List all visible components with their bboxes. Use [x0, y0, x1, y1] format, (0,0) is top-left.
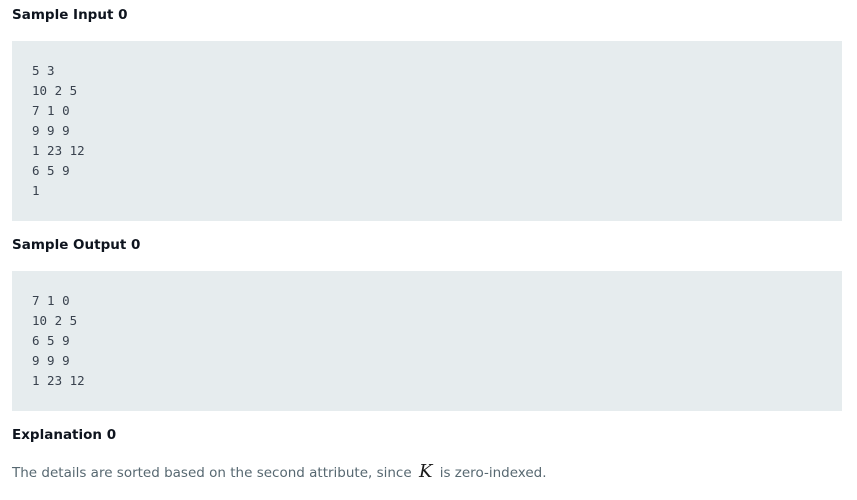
- explanation-text: The details are sorted based on the seco…: [12, 461, 547, 484]
- sample-output-heading: Sample Output 0: [12, 237, 141, 253]
- sample-input-heading: Sample Input 0: [12, 7, 128, 23]
- sample-output-line: 10 2 5: [32, 313, 78, 328]
- sample-input-line: 1: [32, 183, 40, 198]
- explanation-heading: Explanation 0: [12, 427, 117, 443]
- math-variable-k: K: [418, 461, 433, 482]
- sample-input-line: 1 23 12: [32, 143, 85, 158]
- explanation-text-after: is zero-indexed.: [439, 465, 547, 481]
- sample-input-line: 7 1 0: [32, 103, 70, 118]
- sample-output-line: 1 23 12: [32, 373, 85, 388]
- sample-output-line: 6 5 9: [32, 333, 70, 348]
- explanation-text-before: The details are sorted based on the seco…: [12, 465, 412, 481]
- sample-input-line: 9 9 9: [32, 123, 70, 138]
- sample-output-line: 9 9 9: [32, 353, 70, 368]
- sample-output-block: 7 1 0 10 2 5 6 5 9 9 9 9 1 23 12: [12, 271, 842, 411]
- sample-input-line: 5 3: [32, 63, 55, 78]
- sample-output-line: 7 1 0: [32, 293, 70, 308]
- sample-input-line: 6 5 9: [32, 163, 70, 178]
- sample-input-block: 5 3 10 2 5 7 1 0 9 9 9 1 23 12 6 5 9 1: [12, 41, 842, 221]
- sample-input-line: 10 2 5: [32, 83, 78, 98]
